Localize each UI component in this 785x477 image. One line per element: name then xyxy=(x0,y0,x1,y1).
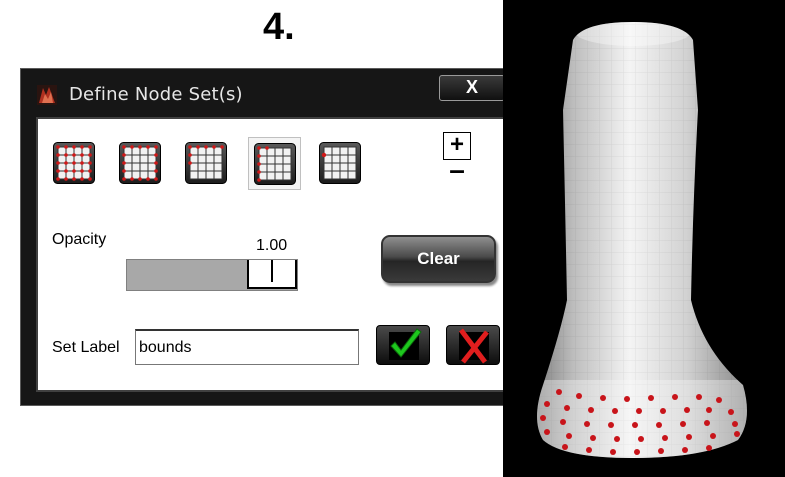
select-all-nodes-button[interactable] xyxy=(48,137,101,190)
grid-single-node-icon xyxy=(319,142,361,184)
select-single-node-button[interactable] xyxy=(314,137,367,190)
opacity-value: 1.00 xyxy=(256,237,288,254)
grid-left-edge-nodes-icon xyxy=(254,143,296,185)
3d-viewport[interactable] xyxy=(503,0,785,477)
bone-mesh-model xyxy=(537,22,747,458)
define-node-set-dialog: Define Node Set(s) X + – Opacity 1.00 Cl… xyxy=(20,68,520,406)
step-number: 4. xyxy=(263,6,295,48)
close-button[interactable]: X xyxy=(439,75,505,101)
opacity-slider[interactable] xyxy=(126,259,298,291)
node-set-app-icon xyxy=(37,85,57,105)
dialog-body: + – Opacity 1.00 Clear Set Label bounds xyxy=(36,117,512,392)
opacity-slider-thumb[interactable] xyxy=(247,260,297,289)
clear-button[interactable]: Clear xyxy=(381,235,496,283)
green-check-icon xyxy=(389,328,422,360)
remove-button[interactable]: – xyxy=(448,156,466,184)
select-boundary-nodes-button[interactable] xyxy=(114,137,167,190)
select-top-edge-nodes-button[interactable] xyxy=(180,137,233,190)
window-title: Define Node Set(s) xyxy=(69,84,243,105)
title-bar[interactable]: Define Node Set(s) X xyxy=(21,69,519,115)
set-label-input[interactable]: bounds xyxy=(135,329,359,365)
red-x-icon xyxy=(459,328,489,364)
opacity-label: Opacity xyxy=(52,231,107,248)
cancel-button[interactable] xyxy=(446,325,500,365)
grid-all-nodes-icon xyxy=(53,142,95,184)
confirm-button[interactable] xyxy=(376,325,430,365)
grid-top-edge-nodes-icon xyxy=(185,142,227,184)
set-label-label: Set Label xyxy=(52,339,120,356)
grid-boundary-nodes-icon xyxy=(119,142,161,184)
select-left-edge-nodes-button[interactable] xyxy=(248,137,301,190)
